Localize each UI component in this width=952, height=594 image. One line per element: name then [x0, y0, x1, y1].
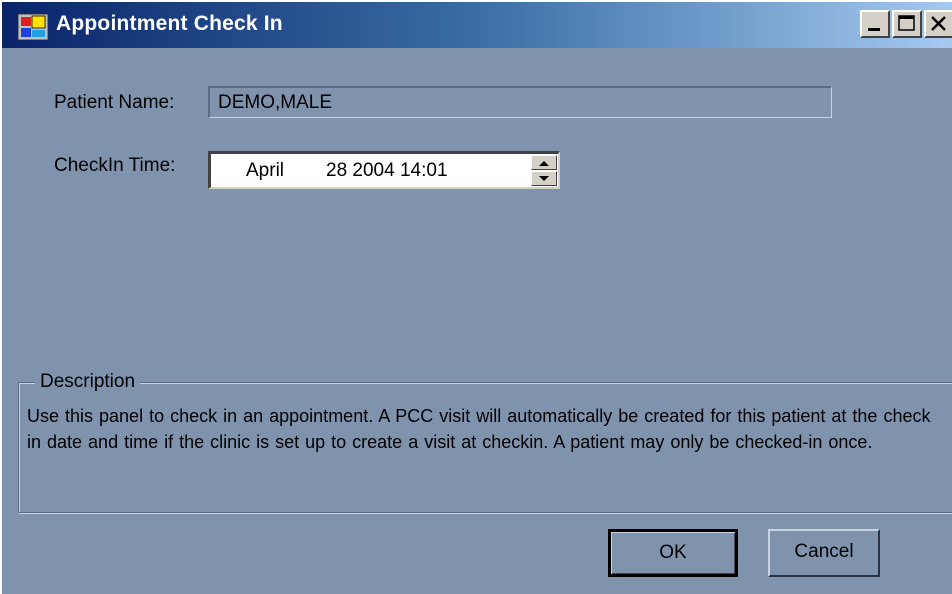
- maximize-icon: [898, 15, 915, 31]
- title-bar[interactable]: Appointment Check In: [2, 2, 952, 48]
- arrow-down-icon: [539, 176, 549, 181]
- checkin-time-label: CheckIn Time:: [54, 155, 176, 176]
- patient-name-value: DEMO,MALE: [218, 92, 333, 113]
- description-group: Description Use this panel to check in a…: [18, 371, 952, 514]
- minimize-icon: [868, 28, 880, 31]
- spin-down-button[interactable]: [531, 171, 557, 186]
- dialog-window: Appointment Check In Patient Name: DEMO,…: [0, 0, 952, 594]
- checkin-date-time-segment[interactable]: 28 2004 14:01: [326, 160, 448, 182]
- ok-button[interactable]: OK: [608, 529, 738, 577]
- description-text: Use this panel to check in an appointmen…: [27, 406, 931, 452]
- minimize-button[interactable]: [860, 10, 890, 38]
- arrow-up-icon: [539, 161, 549, 166]
- cancel-button[interactable]: Cancel: [768, 529, 880, 577]
- window-title: Appointment Check In: [56, 12, 283, 35]
- description-legend: Description: [35, 371, 141, 393]
- checkin-month-segment[interactable]: April: [246, 160, 284, 182]
- patient-name-label: Patient Name:: [54, 92, 175, 113]
- close-button[interactable]: [924, 10, 952, 38]
- spin-up-button[interactable]: [531, 155, 557, 170]
- checkin-time-picker[interactable]: April 28 2004 14:01: [208, 151, 560, 189]
- close-icon: [931, 16, 946, 31]
- application-icon: [18, 14, 48, 40]
- patient-name-field: DEMO,MALE: [208, 86, 832, 118]
- maximize-button[interactable]: [892, 10, 922, 38]
